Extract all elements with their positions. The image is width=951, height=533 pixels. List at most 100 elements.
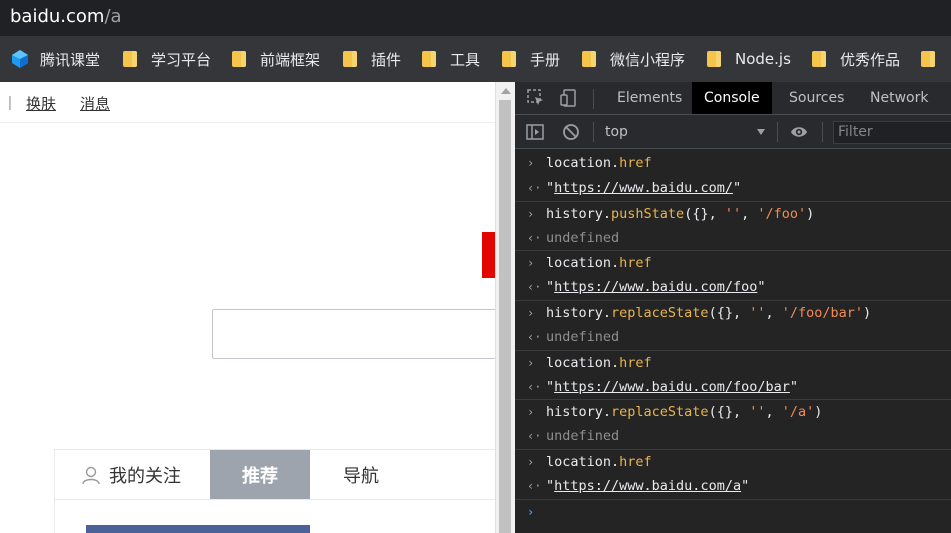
code-string: ''	[724, 206, 742, 222]
code-object: location.	[546, 454, 620, 470]
bookmark-label: 微信小程序	[610, 50, 686, 69]
console-input-line: › history.replaceState({}, '', '/a')	[515, 399, 951, 424]
device-toolbar-icon[interactable]	[560, 89, 578, 107]
folder-icon	[422, 51, 436, 67]
feed-image[interactable]	[86, 525, 310, 533]
nav-separator: |	[8, 94, 12, 111]
toolbar-divider	[593, 89, 594, 109]
bookmark-label: 插件	[371, 50, 402, 69]
input-prompt-icon: ›	[527, 256, 535, 270]
output-prompt-icon: ‹·	[527, 479, 542, 493]
bookmark-label: 优秀作品	[840, 50, 901, 69]
code-property: href	[619, 255, 652, 271]
input-prompt-icon: ›	[527, 306, 535, 320]
console-prompt-input[interactable]: ›	[515, 499, 951, 524]
tab-elements[interactable]: Elements	[605, 82, 694, 114]
tab-console[interactable]: Console	[692, 82, 772, 114]
toolbar-divider	[822, 122, 823, 142]
console-output: › location.href ‹· "https://www.baidu.co…	[515, 149, 951, 533]
chevron-down-icon[interactable]	[757, 129, 765, 135]
bookmark-folder-overflow[interactable]	[921, 48, 949, 70]
code-punct: ({},	[708, 305, 750, 321]
bookmark-folder[interactable]: Node.js	[707, 48, 791, 70]
bookmarks-bar: 腾讯课堂 学习平台 前端框架 插件 工具 手册 微信小程序 Node.js 优秀…	[0, 36, 951, 82]
console-output-line: ‹· undefined	[515, 424, 951, 449]
bookmark-tencent-classroom[interactable]: 腾讯课堂	[10, 48, 100, 70]
code-method: replaceState	[611, 305, 709, 321]
code-punct: )	[806, 206, 815, 222]
tab-recommend[interactable]: 推荐	[210, 450, 310, 499]
quote: "	[546, 379, 555, 395]
tab-label: 推荐	[242, 465, 278, 487]
input-prompt-icon: ›	[527, 505, 535, 519]
console-output-line: ‹· "https://www.baidu.com/foo/bar"	[515, 375, 951, 400]
code-method: pushState	[611, 206, 685, 222]
url-text[interactable]: baidu.com/a	[10, 6, 122, 27]
bookmark-folder[interactable]: 前端框架	[232, 48, 320, 70]
output-prompt-icon: ‹·	[527, 380, 542, 394]
bookmark-folder[interactable]: 插件	[343, 48, 401, 70]
console-output-line: ‹· "https://www.baidu.com/a"	[515, 474, 951, 499]
output-prompt-icon: ‹·	[527, 181, 542, 195]
code-property: href	[619, 454, 652, 470]
search-input[interactable]	[212, 309, 495, 359]
console-output-line: ‹· undefined	[515, 325, 951, 350]
console-input-line: › history.pushState({}, '', '/foo')	[515, 201, 951, 226]
url-link[interactable]: https://www.baidu.com/foo	[554, 279, 757, 295]
folder-icon	[343, 51, 357, 67]
quote: "	[789, 379, 798, 395]
quote: "	[741, 478, 750, 494]
bookmark-label: 腾讯课堂	[40, 50, 101, 69]
code-string: '/a'	[781, 404, 815, 420]
code-object: location.	[546, 355, 620, 371]
scroll-thumb[interactable]	[499, 100, 511, 533]
address-bar[interactable]: baidu.com/a	[0, 0, 951, 36]
top-nav: | 换肤 消息	[0, 82, 495, 123]
scroll-up-arrow-icon[interactable]	[501, 88, 511, 94]
code-punct: ,	[765, 305, 782, 321]
show-sidebar-icon[interactable]	[526, 123, 544, 141]
bookmark-folder[interactable]: 工具	[422, 48, 480, 70]
console-input-line: › location.href	[515, 151, 951, 176]
page-scrollbar[interactable]	[495, 82, 515, 533]
code-property: href	[619, 155, 652, 171]
tab-navigation[interactable]: 导航	[343, 450, 379, 499]
inspect-element-icon[interactable]	[527, 89, 545, 107]
code-object: history.	[546, 305, 612, 321]
quote: "	[546, 478, 555, 494]
url-link[interactable]: https://www.baidu.com/a	[554, 478, 741, 494]
toolbar-divider	[593, 122, 594, 142]
undefined-value: undefined	[546, 428, 620, 444]
bookmark-folder[interactable]: 微信小程序	[582, 48, 685, 70]
bookmark-folder[interactable]: 优秀作品	[812, 48, 900, 70]
input-prompt-icon: ›	[527, 455, 535, 469]
url-link[interactable]: https://www.baidu.com/	[554, 180, 733, 196]
url-link[interactable]: https://www.baidu.com/foo/bar	[554, 379, 790, 395]
skin-link[interactable]: 换肤	[26, 93, 56, 114]
output-prompt-icon: ‹·	[527, 429, 542, 443]
tab-network[interactable]: Network	[858, 82, 940, 114]
input-prompt-icon: ›	[527, 156, 535, 170]
code-punct: ,	[741, 206, 758, 222]
tab-sources[interactable]: Sources	[777, 82, 856, 114]
devtools-tabbar: Elements Console Sources Network	[515, 82, 951, 115]
output-prompt-icon: ‹·	[527, 231, 542, 245]
feed-tabs: 我的关注 推荐 导航	[54, 449, 495, 500]
code-object: location.	[546, 155, 620, 171]
tab-my-follow[interactable]: 我的关注	[81, 450, 181, 499]
clear-console-icon[interactable]	[562, 123, 580, 141]
context-selector[interactable]: top	[605, 124, 628, 140]
folder-icon	[123, 51, 137, 67]
console-input-line: › history.replaceState({}, '', '/foo/bar…	[515, 300, 951, 325]
quote: "	[546, 180, 555, 196]
messages-link[interactable]: 消息	[80, 93, 110, 114]
bookmark-folder[interactable]: 学习平台	[123, 48, 211, 70]
console-input-line: › location.href	[515, 350, 951, 375]
eye-icon[interactable]	[790, 123, 808, 141]
bookmark-folder[interactable]: 手册	[502, 48, 560, 70]
filter-input[interactable]: Filter	[833, 121, 951, 144]
code-punct: ({},	[684, 206, 725, 222]
folder-icon	[502, 51, 516, 67]
code-object: location.	[546, 255, 620, 271]
folder-icon	[232, 51, 246, 67]
